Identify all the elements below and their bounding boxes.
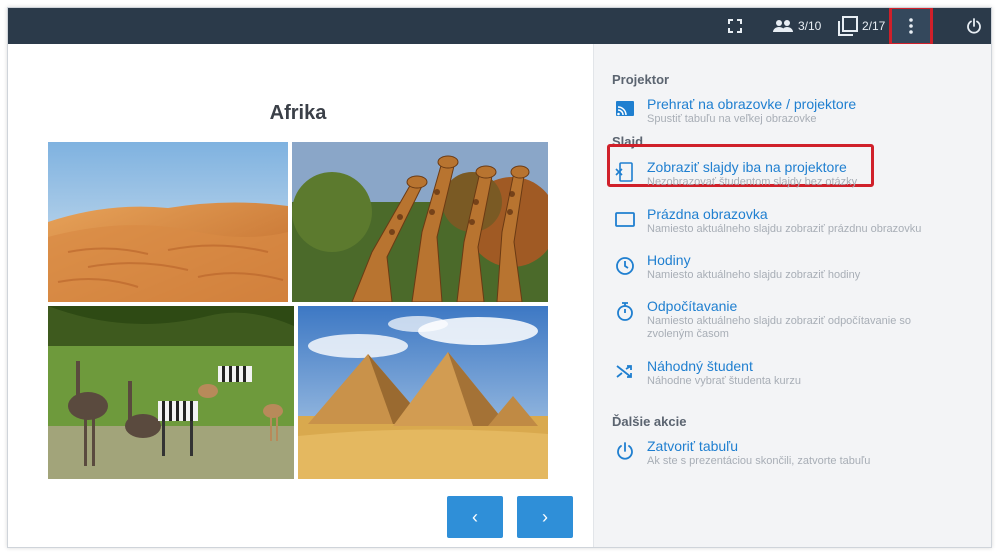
clock-icon bbox=[616, 257, 634, 275]
kebab-menu-icon bbox=[909, 18, 913, 34]
more-menu-button[interactable] bbox=[889, 8, 933, 46]
slide-title: Afrika bbox=[269, 102, 327, 124]
power-button[interactable] bbox=[966, 8, 982, 44]
cast-icon bbox=[616, 101, 634, 116]
menu-item-title: Prázdna obrazovka bbox=[647, 206, 768, 222]
shuffle-icon bbox=[616, 365, 632, 378]
section-more-title: Ďalšie akcie bbox=[612, 414, 687, 429]
slides-counter[interactable]: 2/17 bbox=[838, 8, 885, 44]
slides-icon bbox=[838, 16, 858, 36]
app-window: 3/10 2/17 Afrika ‹ › Projektor Prehrať n… bbox=[7, 7, 992, 548]
menu-item-description: Náhodne vybrať študenta kurzu bbox=[647, 375, 801, 387]
menu-item-title: Prehrať na obrazovke / projektore bbox=[647, 96, 857, 112]
fullscreen-icon bbox=[728, 19, 742, 33]
menu-item-title: Zobraziť slajdy iba na projektore bbox=[647, 159, 847, 175]
menu-item-description: Namiesto aktuálneho slajdu zobraziť odpo… bbox=[647, 315, 912, 340]
menu-item-title: Náhodný študent bbox=[647, 358, 753, 374]
next-slide-button[interactable]: › bbox=[517, 496, 573, 538]
menu-item-title: Odpočítavanie bbox=[647, 298, 738, 314]
fullscreen-button[interactable] bbox=[728, 8, 742, 44]
menu-item-description: Nezobrazovať študentom slajdy bez otázky bbox=[647, 176, 858, 188]
giraffes-image bbox=[292, 142, 548, 302]
users-icon bbox=[773, 20, 793, 32]
timer-icon bbox=[617, 302, 633, 321]
menu-item-description: Namiesto aktuálneho slajdu zobraziť hodi… bbox=[647, 269, 861, 281]
zebras-ostriches-image bbox=[48, 306, 294, 479]
previous-slide-button[interactable]: ‹ bbox=[447, 496, 503, 538]
power-icon bbox=[967, 18, 981, 34]
blank-screen-icon bbox=[615, 212, 635, 227]
desert-image bbox=[48, 142, 288, 302]
menu-item-description: Namiesto aktuálneho slajdu zobraziť práz… bbox=[647, 223, 922, 235]
slides-count: 2/17 bbox=[862, 19, 886, 33]
slide-preview: Afrika ‹ › bbox=[8, 44, 593, 547]
top-bar: 3/10 2/17 bbox=[8, 8, 991, 46]
users-counter[interactable]: 3/10 bbox=[772, 8, 821, 44]
actions-panel: Projektor Prehrať na obrazovke / projekt… bbox=[593, 44, 991, 547]
pyramids-image bbox=[298, 306, 548, 479]
menu-item-title: Zatvoriť tabuľu bbox=[647, 438, 739, 454]
power-icon bbox=[617, 442, 633, 460]
menu-item-description: Ak ste s prezentáciou skončili, zatvorte… bbox=[647, 455, 871, 467]
menu-item-description: Spustiť tabuľu na veľkej obrazovke bbox=[647, 113, 817, 125]
users-count: 3/10 bbox=[798, 19, 822, 33]
menu-item-title: Hodiny bbox=[647, 252, 691, 268]
slide-projector-icon bbox=[615, 162, 633, 182]
section-projector-title: Projektor bbox=[612, 72, 670, 87]
